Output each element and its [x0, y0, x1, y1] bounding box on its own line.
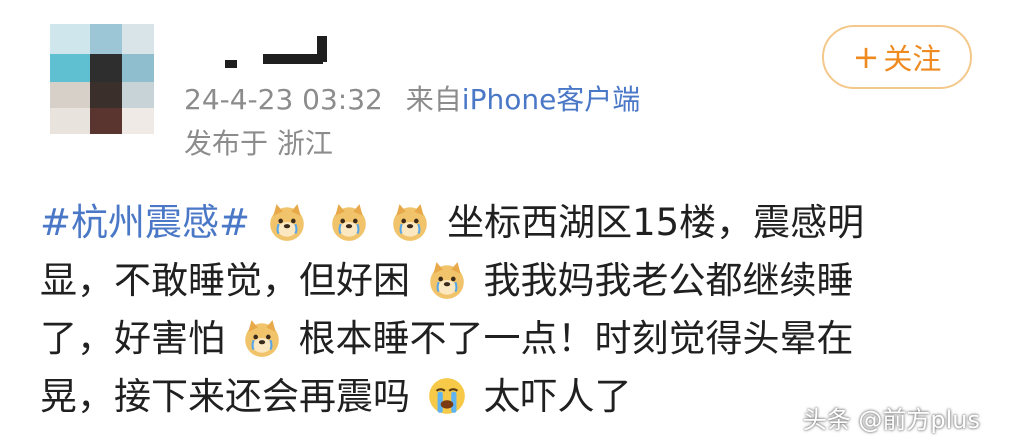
- plus-icon: +: [852, 38, 880, 76]
- follow-button[interactable]: + 关注: [822, 25, 972, 89]
- post-meta: 24-4-23 03:32 来自iPhone客户端: [184, 80, 640, 120]
- doge-crying-icon: [244, 320, 279, 357]
- location: 发布于 浙江: [184, 127, 333, 160]
- post-text: 太吓人了: [483, 375, 632, 418]
- follow-label: 关注: [883, 42, 942, 76]
- post-line-1: #杭州震感# 坐标西湖区15楼，震感明: [40, 194, 970, 252]
- source-link[interactable]: iPhone客户端: [462, 83, 641, 116]
- doge-crying-icon: [393, 204, 428, 241]
- post-text: 显，不敢睡觉，但好困: [40, 259, 410, 302]
- doge-crying-icon: [269, 204, 304, 241]
- post-text: 坐标西湖区15楼，震感明: [447, 201, 865, 244]
- post-line-2: 显，不敢睡觉，但好困 我我妈我老公都继续睡: [40, 252, 970, 310]
- timestamp: 24-4-23 03:32: [184, 83, 383, 116]
- post-text: 我我妈我老公都继续睡: [483, 259, 854, 302]
- source-prefix: 来自: [405, 83, 462, 116]
- doge-crying-icon: [429, 262, 464, 299]
- watermark: 头条 @前方plus: [802, 406, 980, 434]
- post-line-3: 了，好害怕 根本睡不了一点！时刻觉得头晕在: [40, 310, 970, 368]
- post-text: 根本睡不了一点！时刻觉得头晕在: [298, 317, 854, 360]
- crying-face-icon: [428, 378, 465, 414]
- doge-crying-icon: [331, 204, 366, 241]
- post-text: 了，好害怕: [40, 317, 225, 360]
- username-redacted[interactable]: [225, 28, 335, 68]
- avatar[interactable]: [50, 24, 154, 134]
- post-text: 晃，接下来还会再震吗: [40, 375, 410, 418]
- post-body: #杭州震感# 坐标西湖区15楼，震感明 显，不敢睡觉，但好困 我我妈我老公都继续…: [40, 194, 970, 426]
- hashtag-link[interactable]: #杭州震感#: [40, 201, 250, 244]
